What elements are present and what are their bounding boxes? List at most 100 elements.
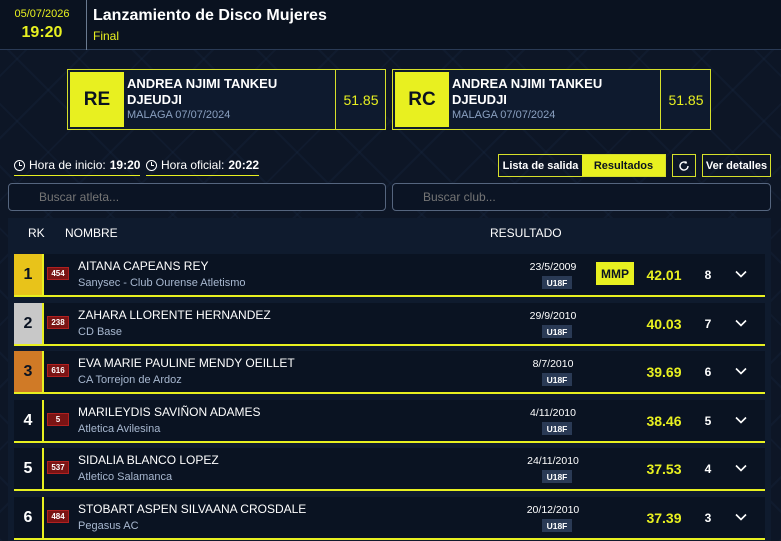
athlete-birthdate: 4/11/2010 bbox=[530, 407, 576, 419]
official-time-label: Hora oficial: bbox=[161, 158, 225, 172]
category-badge: U18F bbox=[542, 422, 572, 435]
category-badge: U18F bbox=[542, 470, 572, 483]
bib-badge: 616 bbox=[47, 364, 69, 377]
expand-row-button[interactable] bbox=[732, 411, 750, 429]
event-title: Lanzamiento de Disco Mujeres bbox=[93, 7, 327, 24]
rank-cell: 2 bbox=[14, 303, 42, 344]
expand-row-button[interactable] bbox=[732, 265, 750, 283]
bib-badge: 454 bbox=[47, 267, 69, 280]
athlete-birthdate: 29/9/2010 bbox=[529, 310, 577, 322]
refresh-button[interactable] bbox=[672, 154, 696, 177]
athlete-club: Pegasus AC bbox=[78, 520, 139, 532]
athlete-club: Atletico Salamanca bbox=[78, 471, 173, 483]
result-mark: 38.46 bbox=[646, 412, 682, 429]
result-row[interactable]: 1 454 AITANA CAPEANS REY Sanysec - Club Our… bbox=[14, 254, 765, 297]
chevron-down-icon bbox=[735, 319, 747, 327]
athlete-name: SIDALIA BLANCO LOPEZ bbox=[78, 453, 219, 467]
clock-icon bbox=[14, 159, 25, 171]
athlete-name: STOBART ASPEN SILVAANA CROSDALE bbox=[78, 502, 307, 516]
expand-row-button[interactable] bbox=[732, 459, 750, 477]
event-header: 05/07/2026 19:20 Lanzamiento de Disco Mu… bbox=[0, 0, 781, 50]
bib-badge: 484 bbox=[47, 510, 69, 523]
record-place-date: MALAGA 07/07/2024 bbox=[452, 109, 556, 121]
rank-cell: 4 bbox=[23, 411, 33, 429]
header-divider bbox=[86, 0, 87, 50]
athlete-birthdate: 23/5/2009 bbox=[529, 261, 577, 273]
view-toggle: Lista de salida Resultados bbox=[498, 154, 666, 177]
category-badge: U18F bbox=[542, 373, 572, 386]
results-table: RK NOMBRE RESULTADO 1 454 AITANA CAPEANS R… bbox=[8, 218, 771, 541]
official-time-info: Hora oficial: 20:22 bbox=[146, 158, 260, 176]
result-row[interactable]: 4 5 MARILEYDIS SAVIÑON ADAMES Atletica Avil… bbox=[14, 400, 765, 443]
result-mark: 42.01 bbox=[646, 266, 682, 283]
event-round: Final bbox=[93, 29, 120, 43]
record-card-re: RE ANDREA NJIMI TANKEU DJEUDJI MALAGA 07… bbox=[67, 69, 386, 130]
record-badge: RE bbox=[70, 72, 124, 127]
chevron-down-icon bbox=[735, 416, 747, 424]
expand-row-button[interactable] bbox=[732, 314, 750, 332]
result-row[interactable]: 6 484 STOBART ASPEN SILVAANA CROSDALE Pegas… bbox=[14, 497, 765, 540]
category-badge: U18F bbox=[542, 276, 572, 289]
result-mark: 40.03 bbox=[646, 315, 682, 332]
rank-divider bbox=[42, 254, 44, 295]
record-athlete: ANDREA NJIMI TANKEU DJEUDJI bbox=[452, 76, 603, 107]
result-points: 7 bbox=[704, 316, 712, 331]
category-badge: U18F bbox=[542, 519, 572, 532]
bib-badge: 238 bbox=[47, 316, 69, 329]
club-search-input[interactable] bbox=[392, 183, 771, 211]
athlete-club: CD Base bbox=[78, 326, 123, 338]
official-time-value: 20:22 bbox=[228, 158, 260, 172]
athlete-name: ZAHARA LLORENTE HERNANDEZ bbox=[78, 308, 271, 322]
event-datetime: 05/07/2026 19:20 bbox=[0, 0, 84, 50]
result-points: 5 bbox=[704, 413, 712, 428]
result-mark: 37.39 bbox=[646, 509, 682, 526]
column-header-rank: RK bbox=[28, 226, 45, 240]
result-points: 6 bbox=[704, 364, 712, 379]
expand-row-button[interactable] bbox=[732, 508, 750, 526]
athlete-birthdate: 24/11/2010 bbox=[527, 455, 579, 467]
athlete-birthdate: 20/12/2010 bbox=[526, 504, 580, 516]
record-athlete: ANDREA NJIMI TANKEU DJEUDJI bbox=[127, 76, 278, 107]
start-time-info: Hora de inicio: 19:20 bbox=[14, 158, 141, 176]
record-badge: RC bbox=[395, 72, 449, 127]
athlete-search-input[interactable] bbox=[8, 183, 386, 211]
result-row[interactable]: 3 616 EVA MARIE PAULINE MENDY OEILLET CA To… bbox=[14, 351, 765, 394]
rank-cell: 1 bbox=[14, 254, 42, 295]
chevron-down-icon bbox=[735, 367, 747, 375]
rank-divider bbox=[42, 351, 44, 392]
rank-divider bbox=[42, 497, 44, 538]
athlete-club: Sanysec - Club Ourense Atletismo bbox=[78, 277, 246, 289]
category-badge: U18F bbox=[542, 325, 572, 338]
athlete-birthdate: 8/7/2010 bbox=[532, 358, 574, 370]
start-time-value: 19:20 bbox=[109, 158, 141, 172]
rank-cell: 5 bbox=[23, 459, 33, 477]
record-card-rc: RC ANDREA NJIMI TANKEU DJEUDJI MALAGA 07… bbox=[392, 69, 711, 130]
expand-row-button[interactable] bbox=[732, 362, 750, 380]
clock-icon bbox=[146, 159, 157, 171]
record-mark: 51.85 bbox=[343, 91, 379, 108]
result-row[interactable]: 5 537 SIDALIA BLANCO LOPEZ Atletico Salaman… bbox=[14, 448, 765, 491]
refresh-icon bbox=[679, 160, 689, 171]
results-tab[interactable]: Resultados bbox=[582, 155, 665, 176]
app-root: 05/07/2026 19:20 Lanzamiento de Disco Mu… bbox=[0, 0, 781, 541]
result-points: 8 bbox=[704, 267, 712, 282]
startlist-tab[interactable]: Lista de salida bbox=[499, 155, 582, 176]
athlete-name: MARILEYDIS SAVIÑON ADAMES bbox=[78, 405, 261, 419]
rank-divider bbox=[42, 448, 44, 489]
athlete-name: AITANA CAPEANS REY bbox=[78, 259, 209, 273]
column-header-name: NOMBRE bbox=[65, 226, 118, 240]
rank-cell: 3 bbox=[14, 351, 42, 392]
bib-badge: 537 bbox=[47, 461, 69, 474]
event-date: 05/07/2026 bbox=[14, 8, 70, 20]
chevron-down-icon bbox=[735, 464, 747, 472]
result-row[interactable]: 2 238 ZAHARA LLORENTE HERNANDEZ CD Base 29/9… bbox=[14, 303, 765, 346]
result-points: 4 bbox=[704, 461, 712, 476]
start-time-label: Hora de inicio: bbox=[29, 158, 106, 172]
result-mark: 37.53 bbox=[646, 460, 682, 477]
rank-divider bbox=[42, 303, 44, 344]
record-place-date: MALAGA 07/07/2024 bbox=[127, 109, 231, 121]
details-button[interactable]: Ver detalles bbox=[702, 154, 771, 177]
athlete-club: Atletica Avilesina bbox=[78, 423, 161, 435]
bib-badge: 5 bbox=[47, 413, 69, 426]
record-flag-badge: MMP bbox=[596, 262, 634, 285]
